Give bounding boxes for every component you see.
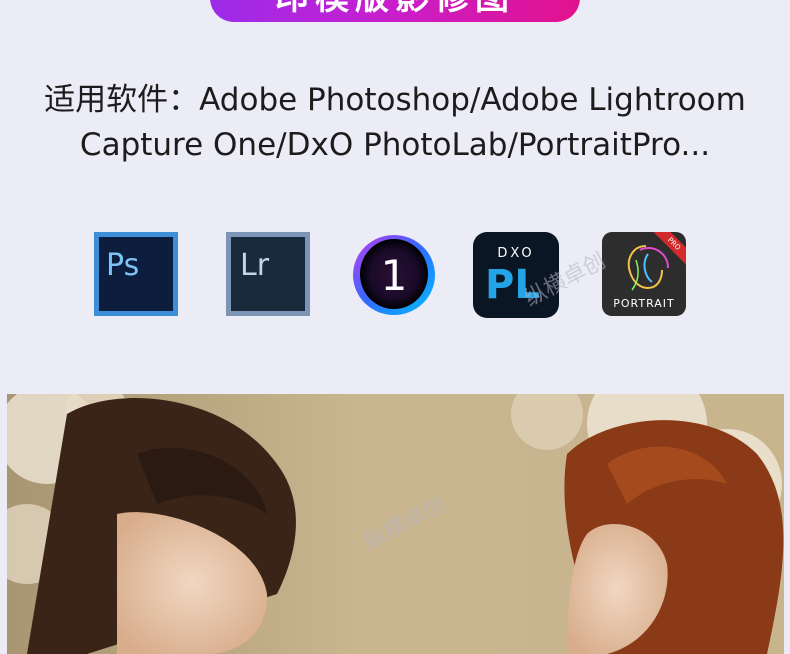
portrait-icon-label: PORTRAIT <box>613 297 675 310</box>
capture-one-icon: 1 <box>353 235 435 315</box>
lightroom-icon-label: Lr <box>240 248 270 283</box>
dxo-photolab-icon: DXO PL <box>473 232 559 318</box>
lightroom-icon: Lr <box>226 232 310 316</box>
section-title-banner: 印模版影修图 <box>210 0 580 22</box>
software-list-line-1: 适用软件：Adobe Photoshop/Adobe Lightroom <box>44 82 746 118</box>
section-title: 印模版影修图 <box>275 0 515 18</box>
portraitpro-icon: PRO PORTRAIT <box>602 232 686 316</box>
software-list-line-2: Capture One/DxO PhotoLab/PortraitPro... <box>79 127 711 163</box>
photoshop-icon: Ps <box>94 232 178 316</box>
photoshop-icon-label: Ps <box>106 248 140 283</box>
dxo-icon-label: PL <box>485 262 540 308</box>
sample-portrait-photo <box>7 394 784 654</box>
capture-one-icon-label: 1 <box>381 251 408 300</box>
dxo-brand-text: DXO <box>497 246 535 261</box>
